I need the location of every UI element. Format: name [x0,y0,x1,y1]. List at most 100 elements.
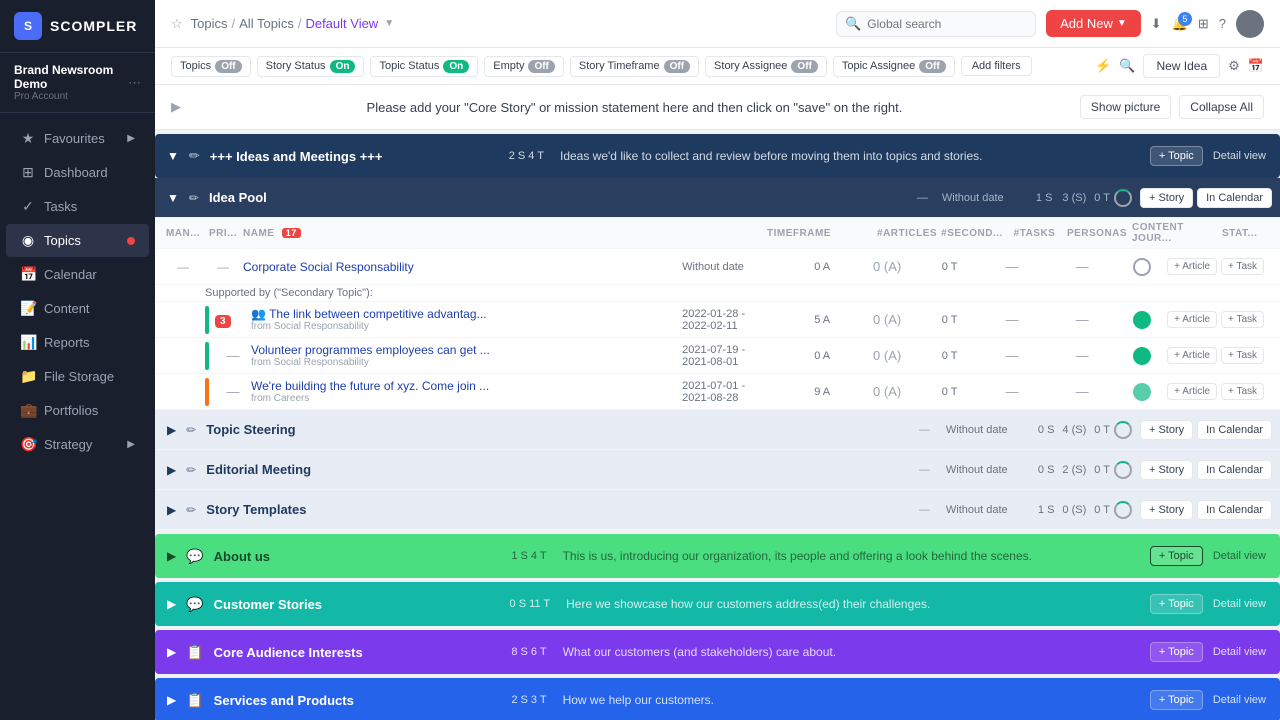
filter-topic-status-toggle[interactable]: On [443,60,469,73]
add-article-button[interactable]: + Article [1167,347,1217,364]
settings-icon[interactable]: ⚙ [1228,58,1240,74]
sidebar-item-dashboard[interactable]: ⊞ Dashboard [6,156,149,189]
filter-topic-status[interactable]: Topic Status On [370,56,478,77]
breadcrumb-all-topics[interactable]: All Topics [239,16,294,31]
sidebar-item-reports[interactable]: 📊 Reports [6,326,149,359]
detail-view-button[interactable]: Detail view [1207,691,1272,709]
filter-topic-assignee-toggle[interactable]: Off [919,60,945,73]
breadcrumb-topics[interactable]: Topics [191,16,228,31]
expand-button[interactable]: ▶ [163,643,180,661]
filter-story-assignee-toggle[interactable]: Off [791,60,817,73]
add-topic-button[interactable]: + Topic [1150,642,1203,662]
detail-view-button[interactable]: Detail view [1207,643,1272,661]
top-header: ☆ Topics / All Topics / Default View ▼ 🔍… [155,0,1280,48]
filter-story-status[interactable]: Story Status On [257,56,365,77]
sidebar-item-calendar[interactable]: 📅 Calendar [6,258,149,291]
global-search-box[interactable]: 🔍 [836,11,1036,37]
filter-icon[interactable]: ⚡ [1095,58,1111,74]
add-topic-button[interactable]: + Topic [1150,594,1203,614]
add-article-button[interactable]: + Article [1167,383,1217,400]
sidebar-item-content[interactable]: 📝 Content [6,292,149,325]
in-calendar-button[interactable]: In Calendar [1197,500,1272,520]
sidebar-nav: ★ Favourites ▶ ⊞ Dashboard ✓ Tasks ◉ Top… [0,113,155,720]
sidebar-item-portfolios[interactable]: 💼 Portfolios [6,394,149,427]
user-avatar[interactable] [1236,10,1264,38]
notifications-icon[interactable]: 🔔 5 [1172,16,1188,32]
ideas-expand-button[interactable]: ▼ [163,147,183,165]
idea-pool-expand-button[interactable]: ▼ [163,189,183,207]
add-topic-button[interactable]: + Topic [1150,146,1203,166]
sub-status [1114,501,1132,519]
new-idea-button[interactable]: New Idea [1143,54,1220,78]
sidebar-item-tasks[interactable]: ✓ Tasks [6,190,149,223]
in-calendar-button[interactable]: In Calendar [1197,460,1272,480]
add-new-button[interactable]: Add New ▼ [1046,10,1141,37]
sidebar-item-strategy[interactable]: 🎯 Strategy ▶ [6,428,149,461]
ideas-edit-icon[interactable]: ✏ [189,148,200,164]
about-us-description: This is us, introducing our organization… [555,549,1150,563]
filter-story-timeframe[interactable]: Story Timeframe Off [570,56,699,77]
account-menu-icon[interactable]: ⋯ [128,75,141,91]
story-name[interactable]: 👥 The link between competitive advantag.… [251,307,682,321]
expand-button[interactable]: ▶ [163,691,180,709]
story-status [1117,311,1167,329]
filter-story-timeframe-toggle[interactable]: Off [664,60,690,73]
story-name[interactable]: We're building the future of xyz. Come j… [251,379,682,393]
file-storage-icon: 📁 [20,368,36,385]
add-article-button[interactable]: + Article [1167,311,1217,328]
add-filters-button[interactable]: Add filters [961,56,1032,76]
detail-view-button[interactable]: Detail view [1207,147,1272,165]
expand-button[interactable]: ▶ [163,595,180,613]
collapse-all-button[interactable]: Collapse All [1179,95,1264,119]
filter-topics-toggle[interactable]: Off [215,60,241,73]
add-story-button[interactable]: + Story [1140,188,1193,208]
idea-pool-dash: — [917,192,928,204]
add-task-button[interactable]: + Task [1221,383,1264,400]
filter-story-assignee-label: Story Assignee [714,60,787,72]
in-calendar-button[interactable]: In Calendar [1197,420,1272,440]
grid-icon[interactable]: ⊞ [1198,16,1209,32]
add-article-button[interactable]: + Article [1167,258,1217,275]
breadcrumb-current-view[interactable]: Default View [305,16,378,31]
filter-story-assignee[interactable]: Story Assignee Off [705,56,827,77]
in-calendar-button[interactable]: In Calendar [1197,188,1272,208]
status-circle [1114,421,1132,439]
sidebar-account: Brand Newsroom Demo Pro Account ⋯ [0,53,155,113]
add-topic-button[interactable]: + Topic [1150,690,1203,710]
filter-topic-assignee[interactable]: Topic Assignee Off [833,56,955,77]
download-icon[interactable]: ⬇ [1151,16,1162,32]
add-task-button[interactable]: + Task [1221,258,1264,275]
add-topic-button[interactable]: + Topic [1150,546,1203,566]
expand-button[interactable]: ▶ [163,421,180,439]
story-tasks: 0 T [922,261,977,273]
story-name[interactable]: Corporate Social Responsability [243,260,682,274]
detail-view-button[interactable]: Detail view [1207,547,1272,565]
expand-button[interactable]: ▶ [163,501,180,519]
expand-button[interactable]: ▶ [163,461,180,479]
detail-view-button[interactable]: Detail view [1207,595,1272,613]
chevron-down-icon[interactable]: ▼ [384,18,394,29]
search-input[interactable] [867,17,1027,31]
add-task-button[interactable]: + Task [1221,347,1264,364]
help-icon[interactable]: ? [1219,16,1226,31]
expand-mission-icon[interactable]: ▶ [171,99,181,115]
story-name[interactable]: Volunteer programmes employees can get .… [251,343,682,357]
sidebar-item-favourites[interactable]: ★ Favourites ▶ [6,122,149,155]
expand-button[interactable]: ▶ [163,547,180,565]
add-task-button[interactable]: + Task [1221,311,1264,328]
filter-empty[interactable]: Empty Off [484,56,564,77]
add-story-button[interactable]: + Story [1140,500,1193,520]
filter-empty-toggle[interactable]: Off [528,60,554,73]
sidebar-item-topics[interactable]: ◉ Topics [6,224,149,257]
edit-icon: ✏ [186,503,196,517]
calendar-view-icon[interactable]: 📅 [1248,58,1264,74]
sidebar-item-file-storage[interactable]: 📁 File Storage [6,360,149,393]
search-icon[interactable]: 🔍 [1119,58,1135,74]
add-story-button[interactable]: + Story [1140,420,1193,440]
filter-topics[interactable]: Topics Off [171,56,251,77]
sidebar-logo[interactable]: S SCOMPLER [0,0,155,53]
add-story-button[interactable]: + Story [1140,460,1193,480]
filter-story-status-toggle[interactable]: On [330,60,356,73]
show-picture-button[interactable]: Show picture [1080,95,1171,119]
favourite-star-icon[interactable]: ☆ [171,16,183,32]
